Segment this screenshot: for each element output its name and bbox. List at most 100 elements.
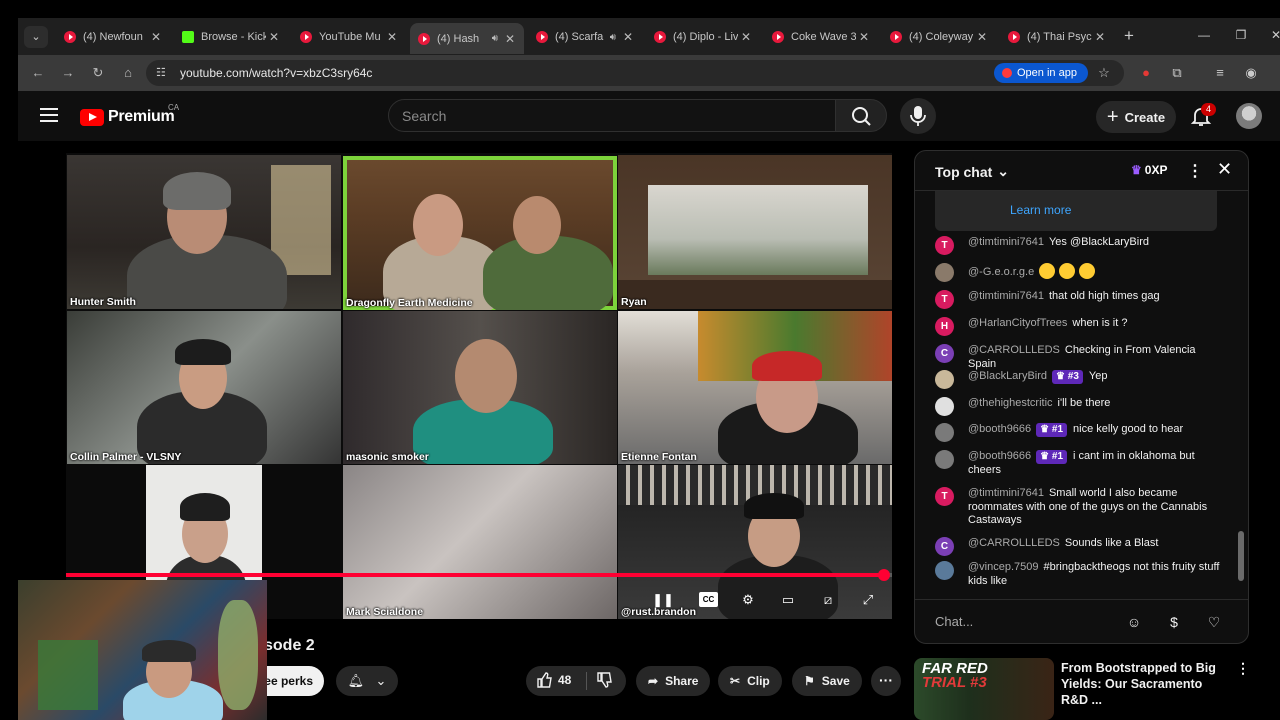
emoji-icon[interactable]: ☺ (1124, 612, 1144, 632)
chat-message[interactable]: T @timtimini7641 that old high times gag (935, 290, 1225, 309)
chat-scrollbar-thumb[interactable] (1238, 531, 1244, 581)
super-chat-icon[interactable]: $ (1164, 612, 1184, 632)
dislike-button[interactable] (596, 672, 612, 693)
message-author[interactable]: @vincep.7509 (968, 561, 1039, 573)
message-author[interactable]: @CARROLLLEDS (968, 344, 1060, 356)
chat-message[interactable]: H @HarlanCityofTrees when is it ? (935, 317, 1225, 336)
message-author[interactable]: @BlackLaryBird (968, 370, 1047, 382)
subtitles-button[interactable]: CC (699, 592, 718, 607)
chat-message[interactable]: @-G.e.o.r.g.e (935, 263, 1225, 282)
bookmark-star-icon[interactable]: ☆ (1095, 64, 1113, 82)
close-tab-icon[interactable]: ✕ (738, 30, 754, 44)
voice-search-button[interactable] (900, 98, 936, 134)
close-tab-icon[interactable]: ✕ (266, 30, 282, 44)
browser-tab[interactable]: (4) Hash 🔊︎ ✕ (410, 23, 524, 54)
close-tab-icon[interactable]: ✕ (502, 32, 518, 46)
author-avatar[interactable] (935, 370, 954, 389)
close-tab-icon[interactable]: ✕ (620, 30, 636, 44)
close-tab-icon[interactable]: ✕ (974, 30, 990, 44)
search-button[interactable] (835, 99, 887, 132)
browser-tab[interactable]: (4) Scarfa 🔊︎ ✕ (528, 24, 642, 50)
chat-message[interactable]: @thehighestcritic i'll be there (935, 397, 1225, 416)
browser-tab[interactable]: (4) Coleyway ✕ (882, 24, 996, 50)
heart-icon[interactable]: ♡ (1204, 612, 1224, 632)
message-author[interactable]: @timtimini7641 (968, 290, 1044, 302)
learn-more-link[interactable]: Learn more (1010, 203, 1071, 217)
reload-icon[interactable]: ↻ (88, 64, 108, 82)
message-author[interactable]: @booth9666 (968, 450, 1031, 462)
author-avatar[interactable]: H (935, 317, 954, 336)
account-avatar[interactable] (1236, 103, 1262, 129)
author-avatar[interactable]: T (935, 236, 954, 255)
message-author[interactable]: @timtimini7641 (968, 236, 1044, 248)
author-avatar[interactable] (935, 397, 954, 416)
chat-message[interactable]: C @CARROLLLEDS Sounds like a Blast (935, 537, 1225, 556)
profile-icon[interactable]: ◉ (1242, 64, 1260, 82)
chat-input[interactable] (935, 614, 1115, 629)
message-author[interactable]: @thehighestcritic (968, 397, 1053, 409)
create-button[interactable]: + Create (1096, 101, 1176, 133)
author-avatar[interactable] (935, 561, 954, 580)
close-tab-icon[interactable]: ✕ (856, 30, 872, 44)
author-avatar[interactable]: C (935, 537, 954, 556)
chat-message[interactable]: @vincep.7509 #bringbacktheogs not this fr… (935, 561, 1225, 588)
browser-tab[interactable]: (4) Thai Psych ✕ (1000, 24, 1114, 50)
message-author[interactable]: @booth9666 (968, 423, 1031, 435)
chat-menu-icon[interactable]: ⋮ (1187, 161, 1203, 181)
clip-button[interactable]: ✂ Clip (718, 666, 782, 696)
browser-tab[interactable]: Browse - Kick ✕ (174, 24, 288, 50)
author-avatar[interactable] (935, 450, 954, 469)
author-avatar[interactable] (935, 423, 954, 442)
chat-message[interactable]: T @timtimini7641 Yes @BlackLaryBird (935, 236, 1225, 255)
home-icon[interactable]: ⌂ (118, 64, 138, 82)
browser-tab[interactable]: YouTube Mu ✕ (292, 24, 406, 50)
url-text[interactable]: youtube.com/watch?v=xbzC3sry64c (180, 66, 372, 80)
media-controls-icon[interactable]: ≡ (1211, 64, 1229, 82)
author-avatar[interactable] (935, 263, 954, 282)
restore-icon[interactable]: ❐ (1231, 28, 1251, 42)
extension-red-icon[interactable]: ● (1137, 64, 1155, 82)
site-info-icon[interactable]: ☷ (156, 66, 170, 80)
related-video-title[interactable]: From Bootstrapped to Big Yields: Our Sac… (1061, 660, 1231, 708)
close-tab-icon[interactable]: ✕ (384, 30, 400, 44)
video-progress-bar[interactable] (66, 569, 892, 581)
youtube-premium-logo[interactable]: Premium CA (80, 103, 179, 126)
share-button[interactable]: ➦ Share (636, 666, 711, 696)
chat-message[interactable]: @BlackLaryBird ♛ #3 Yep (935, 370, 1225, 389)
guide-menu-icon[interactable] (40, 108, 58, 122)
browser-tab[interactable]: (4) Newfoun ✕ (56, 24, 170, 50)
save-button[interactable]: ⚑ Save (792, 666, 862, 696)
search-input[interactable] (389, 100, 809, 131)
close-tab-icon[interactable]: ✕ (1092, 30, 1108, 44)
close-tab-icon[interactable]: ✕ (148, 30, 164, 44)
message-author[interactable]: @CARROLLLEDS (968, 537, 1060, 549)
fullscreen-icon[interactable]: ⤢ (857, 591, 879, 609)
author-avatar[interactable]: T (935, 487, 954, 506)
speaker-icon[interactable]: 🔊︎ (610, 32, 616, 43)
message-author[interactable]: @HarlanCityofTrees (968, 317, 1067, 329)
message-author[interactable]: @timtimini7641 (968, 487, 1044, 499)
like-button[interactable]: 48 (536, 672, 571, 688)
miniplayer-icon[interactable]: ▭ (777, 591, 799, 609)
author-avatar[interactable]: C (935, 344, 954, 363)
close-chat-icon[interactable]: ✕ (1217, 159, 1232, 180)
chat-message[interactable]: @booth9666 ♛ #1 i cant im in oklahoma but … (935, 450, 1225, 477)
tab-search-icon[interactable]: ⌄ (24, 26, 48, 48)
speaker-icon[interactable]: 🔊︎ (492, 33, 498, 44)
new-tab-button[interactable]: + (1120, 26, 1138, 46)
browser-tab[interactable]: (4) Diplo - Liv ✕ (646, 24, 760, 50)
chat-message[interactable]: @booth9666 ♛ #1 nice kelly good to hear (935, 423, 1225, 442)
open-in-app-button[interactable]: Open in app (994, 63, 1088, 83)
browser-tab[interactable]: Coke Wave 3 ✕ (764, 24, 878, 50)
chat-scrollbar[interactable] (1238, 195, 1244, 595)
related-menu-icon[interactable]: ⋮ (1236, 660, 1250, 677)
cast-icon[interactable]: ⧄ (817, 591, 839, 609)
more-actions-icon[interactable]: ··· (871, 666, 901, 696)
pause-icon[interactable]: ❚❚ (652, 591, 674, 609)
author-avatar[interactable]: T (935, 290, 954, 309)
minimize-icon[interactable]: — (1194, 28, 1214, 42)
chat-message[interactable]: C @CARROLLLEDS Checking in From Valencia S… (935, 344, 1225, 371)
scrubber-handle[interactable] (877, 569, 890, 581)
settings-gear-icon[interactable]: ⚙ (737, 591, 759, 609)
chat-mode-dropdown[interactable]: Top chat ⌄ (935, 163, 1009, 180)
